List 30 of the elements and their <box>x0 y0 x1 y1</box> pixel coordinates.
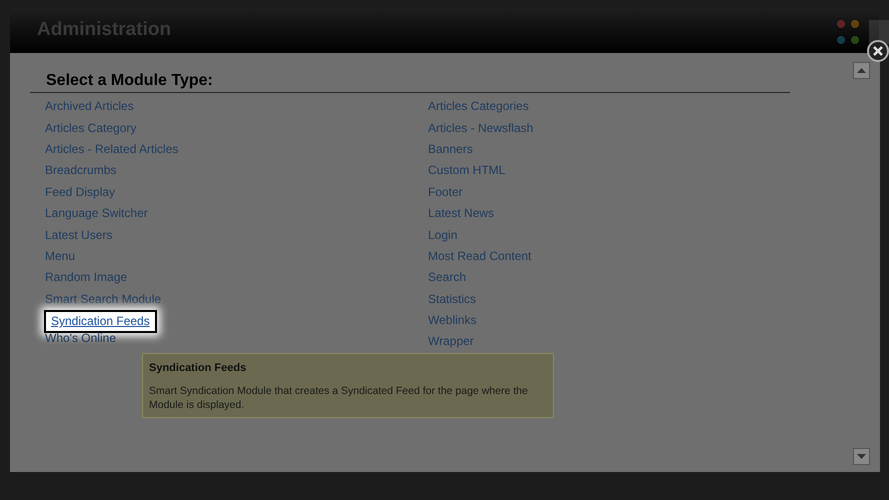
module-link[interactable]: Language Switcher <box>45 206 428 228</box>
module-link[interactable]: Syndication Feeds <box>44 310 157 334</box>
module-link[interactable]: Login <box>428 228 811 249</box>
module-link[interactable]: Who's Online <box>45 331 428 352</box>
module-link[interactable]: Articles Categories <box>428 99 811 121</box>
dialog-heading: Select a Module Type: <box>46 71 214 90</box>
module-link[interactable]: Articles - Related Articles <box>45 142 428 164</box>
module-link[interactable]: Statistics <box>428 292 811 314</box>
scrollbar[interactable] <box>852 62 871 465</box>
module-link[interactable]: Footer <box>428 184 811 206</box>
tooltip-title: Syndication Feeds <box>149 361 248 376</box>
scroll-down-icon[interactable] <box>853 448 870 465</box>
tooltip-text: Smart Syndication Module that creates a Syndicated Feed for the page where the Module is displayed. <box>149 384 529 412</box>
module-link[interactable]: Custom HTML <box>428 163 811 185</box>
scroll-up-icon[interactable] <box>853 62 870 79</box>
module-link[interactable]: Archived Articles <box>45 99 428 121</box>
module-link[interactable]: Banners <box>428 142 811 164</box>
module-link[interactable]: Random Image <box>45 270 428 292</box>
module-link[interactable]: Latest News <box>428 206 811 228</box>
module-link[interactable]: Wrapper <box>428 334 811 356</box>
module-link[interactable]: Articles Category <box>45 120 428 142</box>
module-link[interactable]: Most Read Content <box>428 248 811 270</box>
module-link[interactable]: Articles - Newsflash <box>428 120 811 142</box>
module-link[interactable]: Latest Users <box>45 228 428 249</box>
module-link[interactable]: Feed Display <box>45 184 428 206</box>
module-link[interactable]: Weblinks <box>428 313 811 334</box>
module-link[interactable]: Menu <box>45 248 428 270</box>
module-link[interactable]: Breadcrumbs <box>45 163 428 185</box>
module-link[interactable]: Search <box>428 270 811 292</box>
close-icon[interactable] <box>867 40 889 62</box>
